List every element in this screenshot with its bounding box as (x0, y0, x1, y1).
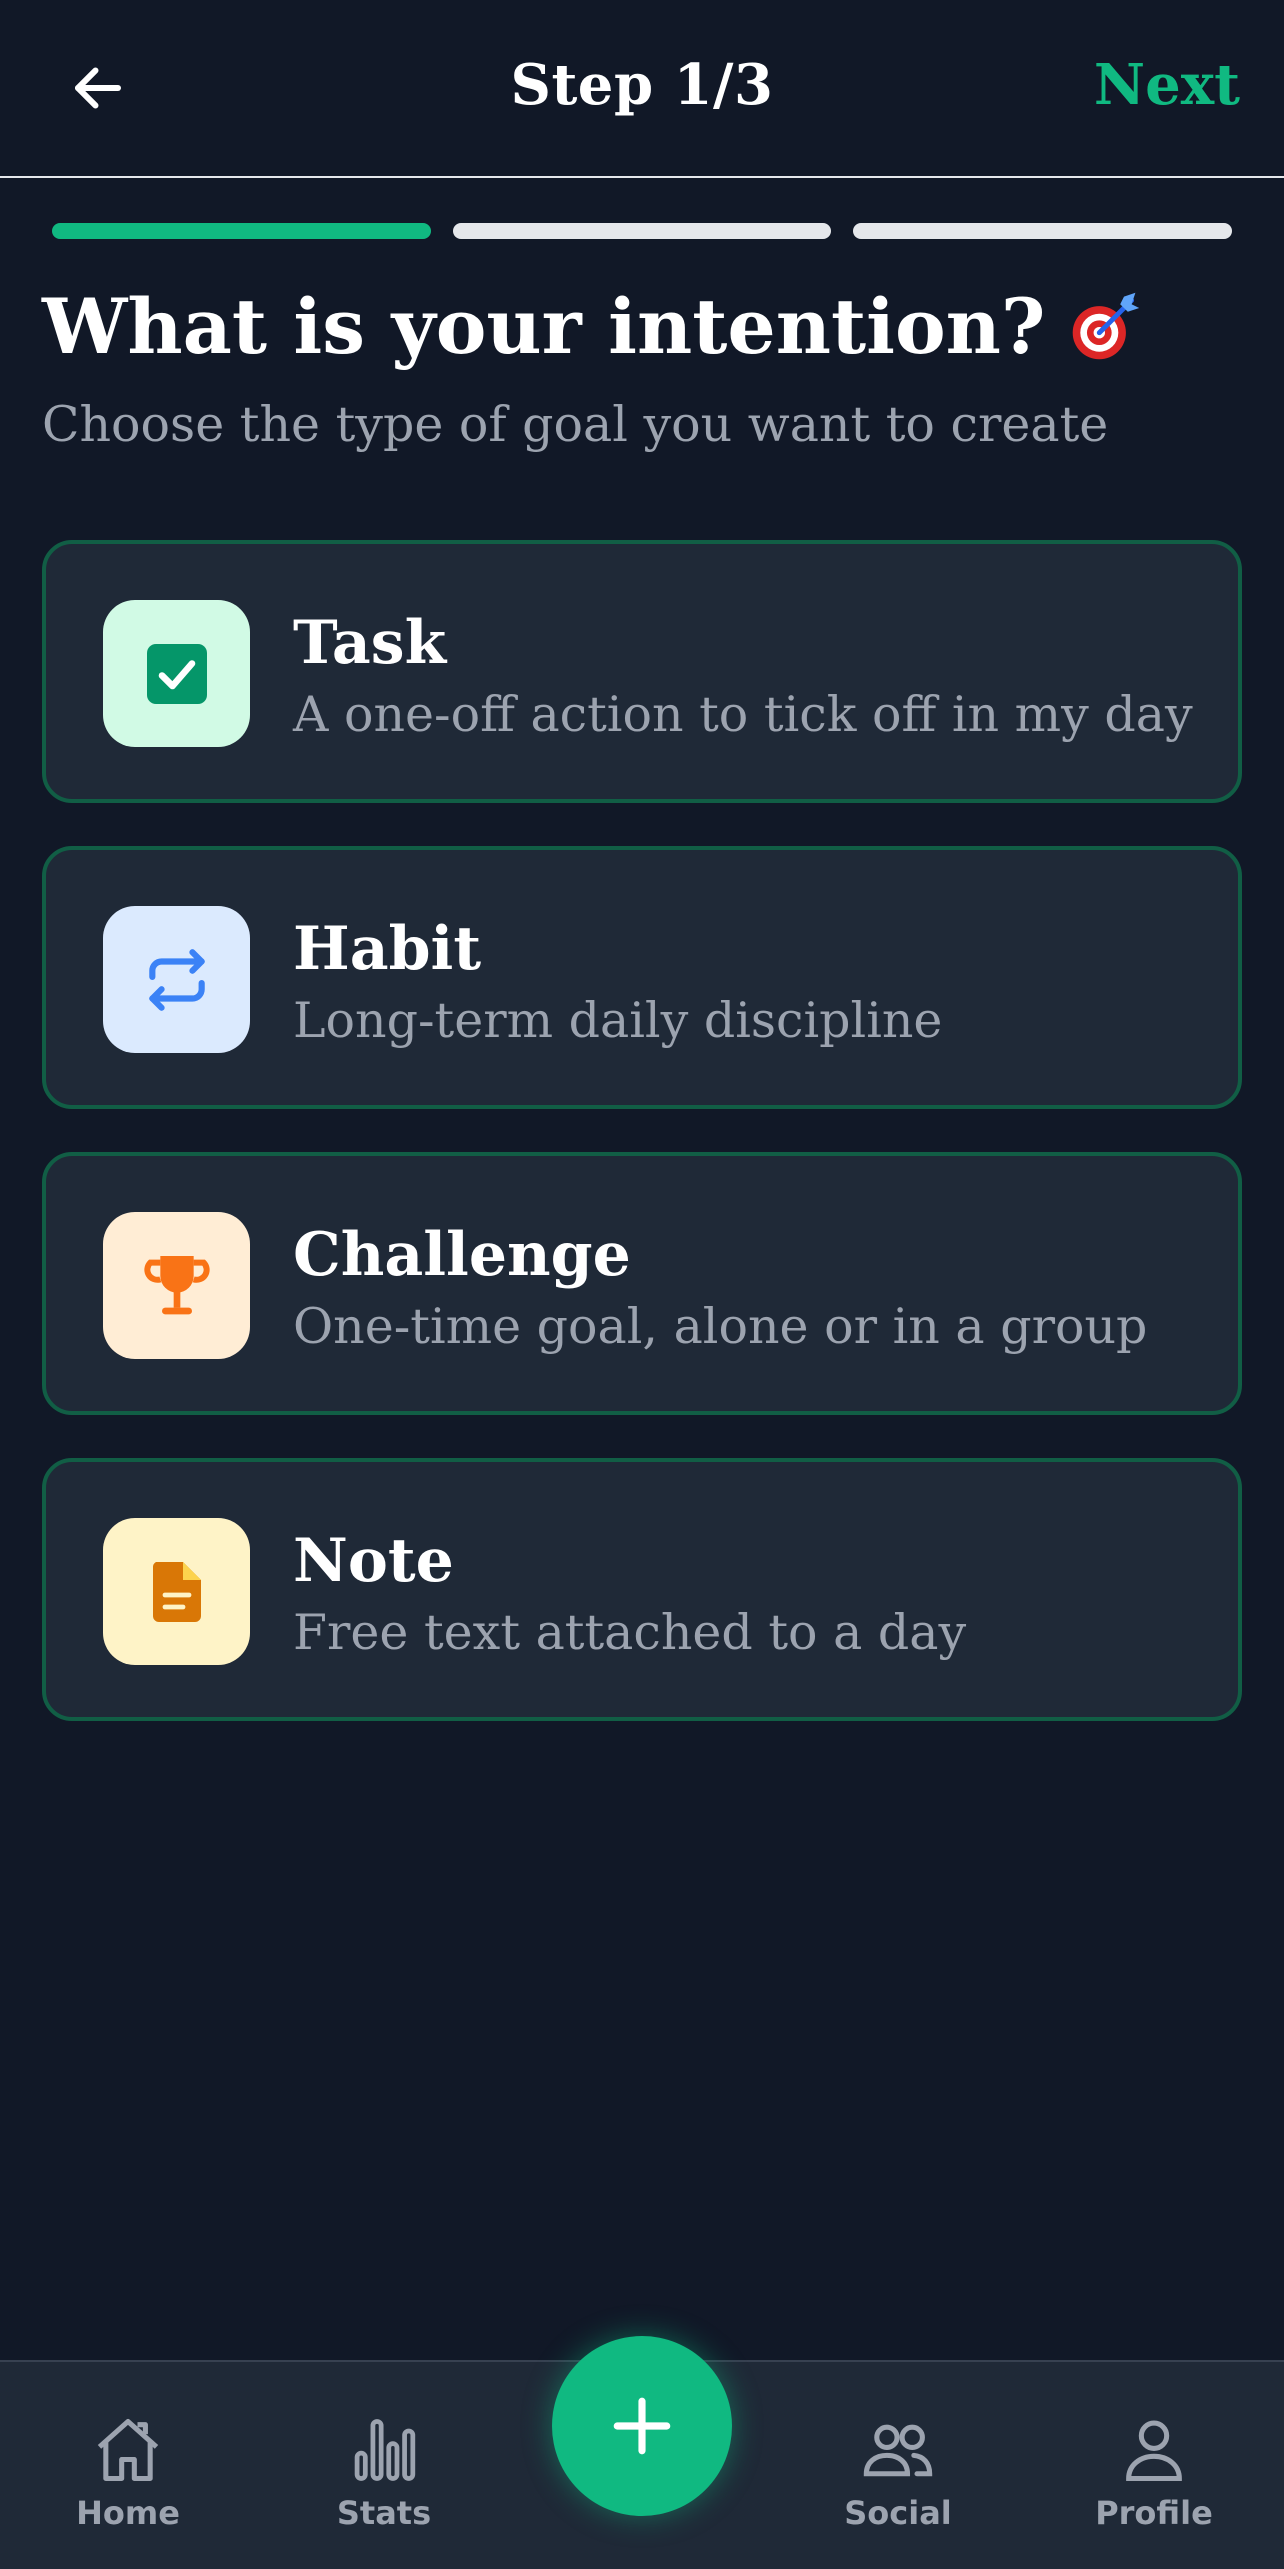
card-description: One-time goal, alone or in a group (293, 1298, 1148, 1355)
card-title: Habit (293, 914, 482, 984)
goal-type-challenge-card[interactable]: Challenge One-time goal, alone or in a g… (42, 1152, 1242, 1415)
checkbox-icon (146, 643, 207, 704)
top-bar: Step 1/3 Next (0, 0, 1284, 178)
progress-segment-3 (853, 223, 1233, 239)
card-description: Long-term daily discipline (293, 992, 943, 1049)
card-description: A one-off action to tick off in my day (293, 686, 1193, 743)
step-indicator: Step 1/3 (510, 52, 774, 118)
task-icon-tile (103, 600, 250, 747)
target-icon (1073, 292, 1140, 359)
nav-home-label: Home (76, 2494, 180, 2532)
nav-social-label: Social (844, 2494, 952, 2532)
next-button[interactable]: Next (1094, 52, 1240, 118)
card-title: Challenge (293, 1220, 631, 1290)
user-icon (1126, 2420, 1182, 2482)
goal-type-list: Task A one-off action to tick off in my … (42, 540, 1242, 1764)
bar-chart-icon (354, 2419, 416, 2481)
progress-segment-2 (452, 223, 832, 239)
nav-profile-label: Profile (1095, 2494, 1213, 2532)
step-progress-bar (52, 223, 1233, 239)
nav-stats-label: Stats (336, 2494, 432, 2532)
progress-segment-1 (52, 223, 431, 239)
note-icon-tile (103, 1518, 250, 1665)
plus-icon (613, 2397, 671, 2455)
trophy-icon (143, 1255, 210, 1314)
home-icon (97, 2418, 159, 2482)
add-goal-button[interactable] (552, 2336, 732, 2516)
nav-home[interactable]: Home (48, 2412, 208, 2532)
nav-profile[interactable]: Profile (1074, 2412, 1234, 2532)
page-title-text: What is your intention? (42, 282, 1046, 371)
challenge-icon-tile (103, 1212, 250, 1359)
page-title: What is your intention? (42, 282, 1143, 371)
card-description: Free text attached to a day (293, 1604, 967, 1661)
nav-social[interactable]: Social (818, 2412, 978, 2532)
create-goal-screen: Step 1/3 Next What is your intention? Ch… (0, 0, 1284, 2569)
card-title: Task (293, 608, 447, 678)
document-icon (152, 1561, 201, 1622)
habit-icon-tile (103, 906, 250, 1053)
page-subtitle: Choose the type of goal you want to crea… (42, 396, 1109, 453)
users-icon (863, 2424, 933, 2477)
goal-type-habit-card[interactable]: Habit Long-term daily discipline (42, 846, 1242, 1109)
goal-type-note-card[interactable]: Note Free text attached to a day (42, 1458, 1242, 1721)
goal-type-task-card[interactable]: Task A one-off action to tick off in my … (42, 540, 1242, 803)
card-title: Note (293, 1526, 454, 1596)
repeat-icon (148, 948, 205, 1011)
nav-stats[interactable]: Stats (304, 2412, 464, 2532)
